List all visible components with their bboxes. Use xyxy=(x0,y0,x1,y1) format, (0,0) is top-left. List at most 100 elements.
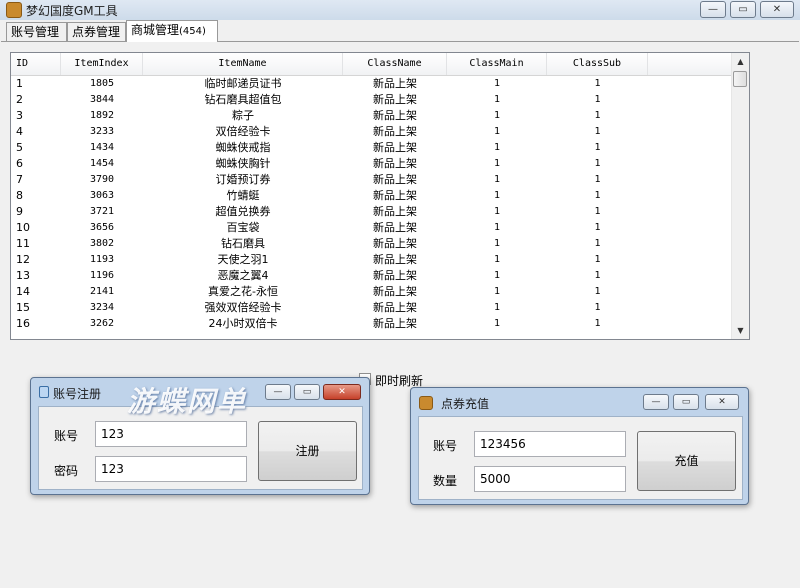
scroll-up-icon[interactable]: ▲ xyxy=(732,53,749,70)
recharge-dialog: 点券充值 — ▭ ✕ 账号 123456 数量 5000 充值 xyxy=(410,387,749,505)
column-header-itemname[interactable]: ItemName xyxy=(143,53,343,75)
cell-classname: 新品上架 xyxy=(373,237,417,250)
item-table[interactable]: ID ItemIndex ItemName ClassName ClassMai… xyxy=(10,52,750,340)
cell-itemname: 蜘蛛侠戒指 xyxy=(215,141,271,154)
cell-classmain: 1 xyxy=(493,110,501,121)
table-row[interactable]: 10 3656 百宝袋 新品上架 1 1 xyxy=(11,220,731,236)
recharge-amount-input[interactable]: 5000 xyxy=(474,466,626,492)
cell-itemname: 天使之羽1 xyxy=(217,253,269,266)
tab-coupon-management[interactable]: 点券管理 xyxy=(67,22,126,41)
cell-itemname: 24小时双倍卡 xyxy=(208,317,278,330)
column-header-classname[interactable]: ClassName xyxy=(343,53,447,75)
cell-itemindex: 3802 xyxy=(89,238,115,249)
cell-classname: 新品上架 xyxy=(373,205,417,218)
register-button[interactable]: 注册 xyxy=(258,421,357,481)
table-scrollbar[interactable]: ▲ ▼ xyxy=(731,53,749,339)
table-row[interactable]: 14 2141 真爱之花-永恒 新品上架 1 1 xyxy=(11,284,731,300)
cell-itemname: 钻石磨具 xyxy=(221,237,265,250)
cell-itemindex: 1193 xyxy=(89,254,115,265)
table-row[interactable]: 16 3262 24小时双倍卡 新品上架 1 1 xyxy=(11,316,731,332)
column-header-id[interactable]: ID xyxy=(11,53,61,75)
cell-itemindex: 3233 xyxy=(89,126,115,137)
cell-id: 1 xyxy=(16,77,23,90)
scroll-down-icon[interactable]: ▼ xyxy=(732,322,749,339)
cell-itemindex: 1196 xyxy=(89,270,115,281)
cell-itemindex: 3790 xyxy=(89,174,115,185)
cell-itemindex: 3656 xyxy=(89,222,115,233)
recharge-button[interactable]: 充值 xyxy=(637,431,736,491)
register-password-label: 密码 xyxy=(54,464,79,478)
cell-classmain: 1 xyxy=(493,126,501,137)
tab-item-count: (454) xyxy=(179,26,206,37)
table-row[interactable]: 8 3063 竹蜻蜓 新品上架 1 1 xyxy=(11,188,731,204)
table-row[interactable]: 15 3234 强效双倍经验卡 新品上架 1 1 xyxy=(11,300,731,316)
cell-itemname: 超值兑换券 xyxy=(215,205,271,218)
table-row[interactable]: 12 1193 天使之羽1 新品上架 1 1 xyxy=(11,252,731,268)
cell-itemindex: 3234 xyxy=(89,302,115,313)
cell-classsub: 1 xyxy=(594,94,601,105)
table-row[interactable]: 6 1454 蜘蛛侠胸针 新品上架 1 1 xyxy=(11,156,731,172)
cell-itemindex: 1805 xyxy=(89,78,115,89)
recharge-dialog-body: 账号 123456 数量 5000 充值 xyxy=(418,416,743,500)
maximize-button[interactable]: ▭ xyxy=(730,1,756,18)
table-row[interactable]: 5 1434 蜘蛛侠戒指 新品上架 1 1 xyxy=(11,140,731,156)
cell-itemname: 钻石磨具超值包 xyxy=(204,93,282,106)
watermark-text: 游蝶网单 xyxy=(127,385,248,418)
cell-itemname: 双倍经验卡 xyxy=(215,125,271,138)
cell-itemname: 竹蜻蜓 xyxy=(226,189,260,202)
register-account-label: 账号 xyxy=(54,429,79,443)
cell-itemindex: 2141 xyxy=(89,286,115,297)
column-header-classsub[interactable]: ClassSub xyxy=(547,53,648,75)
register-password-input[interactable]: 123 xyxy=(95,456,247,482)
cell-classsub: 1 xyxy=(594,206,601,217)
recharge-maximize-button[interactable]: ▭ xyxy=(673,394,699,410)
column-header-classmain[interactable]: ClassMain xyxy=(447,53,547,75)
cell-classmain: 1 xyxy=(493,286,501,297)
column-header-itemindex[interactable]: ItemIndex xyxy=(61,53,143,75)
register-maximize-button[interactable]: ▭ xyxy=(294,384,320,400)
cell-classmain: 1 xyxy=(493,94,501,105)
cell-id: 15 xyxy=(16,301,30,314)
table-row[interactable]: 11 3802 钻石磨具 新品上架 1 1 xyxy=(11,236,731,252)
table-row[interactable]: 7 3790 订婚预订券 新品上架 1 1 xyxy=(11,172,731,188)
table-row[interactable]: 2 3844 钻石磨具超值包 新品上架 1 1 xyxy=(11,92,731,108)
minimize-button[interactable]: — xyxy=(700,1,726,18)
recharge-account-input[interactable]: 123456 xyxy=(474,431,626,457)
cell-id: 7 xyxy=(16,173,23,186)
cell-id: 16 xyxy=(16,317,30,330)
cell-classname: 新品上架 xyxy=(373,141,417,154)
cell-classsub: 1 xyxy=(594,190,601,201)
table-row[interactable]: 1 1805 临时邮递员证书 新品上架 1 1 xyxy=(11,76,731,92)
table-row[interactable]: 3 1892 粽子 新品上架 1 1 xyxy=(11,108,731,124)
cell-itemname: 粽子 xyxy=(232,109,254,122)
register-close-button[interactable]: ✕ xyxy=(323,384,361,400)
cell-itemname: 恶魔之翼4 xyxy=(217,269,269,282)
scroll-thumb[interactable] xyxy=(733,71,747,87)
cell-classmain: 1 xyxy=(493,190,501,201)
recharge-account-label: 账号 xyxy=(433,439,458,453)
lock-icon xyxy=(39,386,49,398)
table-row[interactable]: 4 3233 双倍经验卡 新品上架 1 1 xyxy=(11,124,731,140)
tab-mall-management[interactable]: 商城管理(454) xyxy=(126,20,218,42)
close-button[interactable]: ✕ xyxy=(760,1,794,18)
cell-classname: 新品上架 xyxy=(373,317,417,330)
cell-id: 11 xyxy=(16,237,30,250)
tab-account-management[interactable]: 账号管理 xyxy=(6,22,67,41)
cell-classmain: 1 xyxy=(493,78,501,89)
recharge-minimize-button[interactable]: — xyxy=(643,394,669,410)
cell-classsub: 1 xyxy=(594,110,601,121)
cell-classname: 新品上架 xyxy=(373,253,417,266)
register-account-input[interactable]: 123 xyxy=(95,421,247,447)
register-minimize-button[interactable]: — xyxy=(265,384,291,400)
main-titlebar[interactable] xyxy=(0,0,800,20)
cell-classname: 新品上架 xyxy=(373,109,417,122)
app-icon xyxy=(6,2,22,18)
cell-classname: 新品上架 xyxy=(373,125,417,138)
cell-classname: 新品上架 xyxy=(373,301,417,314)
table-row[interactable]: 13 1196 恶魔之翼4 新品上架 1 1 xyxy=(11,268,731,284)
table-row[interactable]: 9 3721 超值兑换券 新品上架 1 1 xyxy=(11,204,731,220)
cell-classsub: 1 xyxy=(594,270,601,281)
cell-classname: 新品上架 xyxy=(373,77,417,90)
recharge-close-button[interactable]: ✕ xyxy=(705,394,739,410)
cell-id: 2 xyxy=(16,93,23,106)
